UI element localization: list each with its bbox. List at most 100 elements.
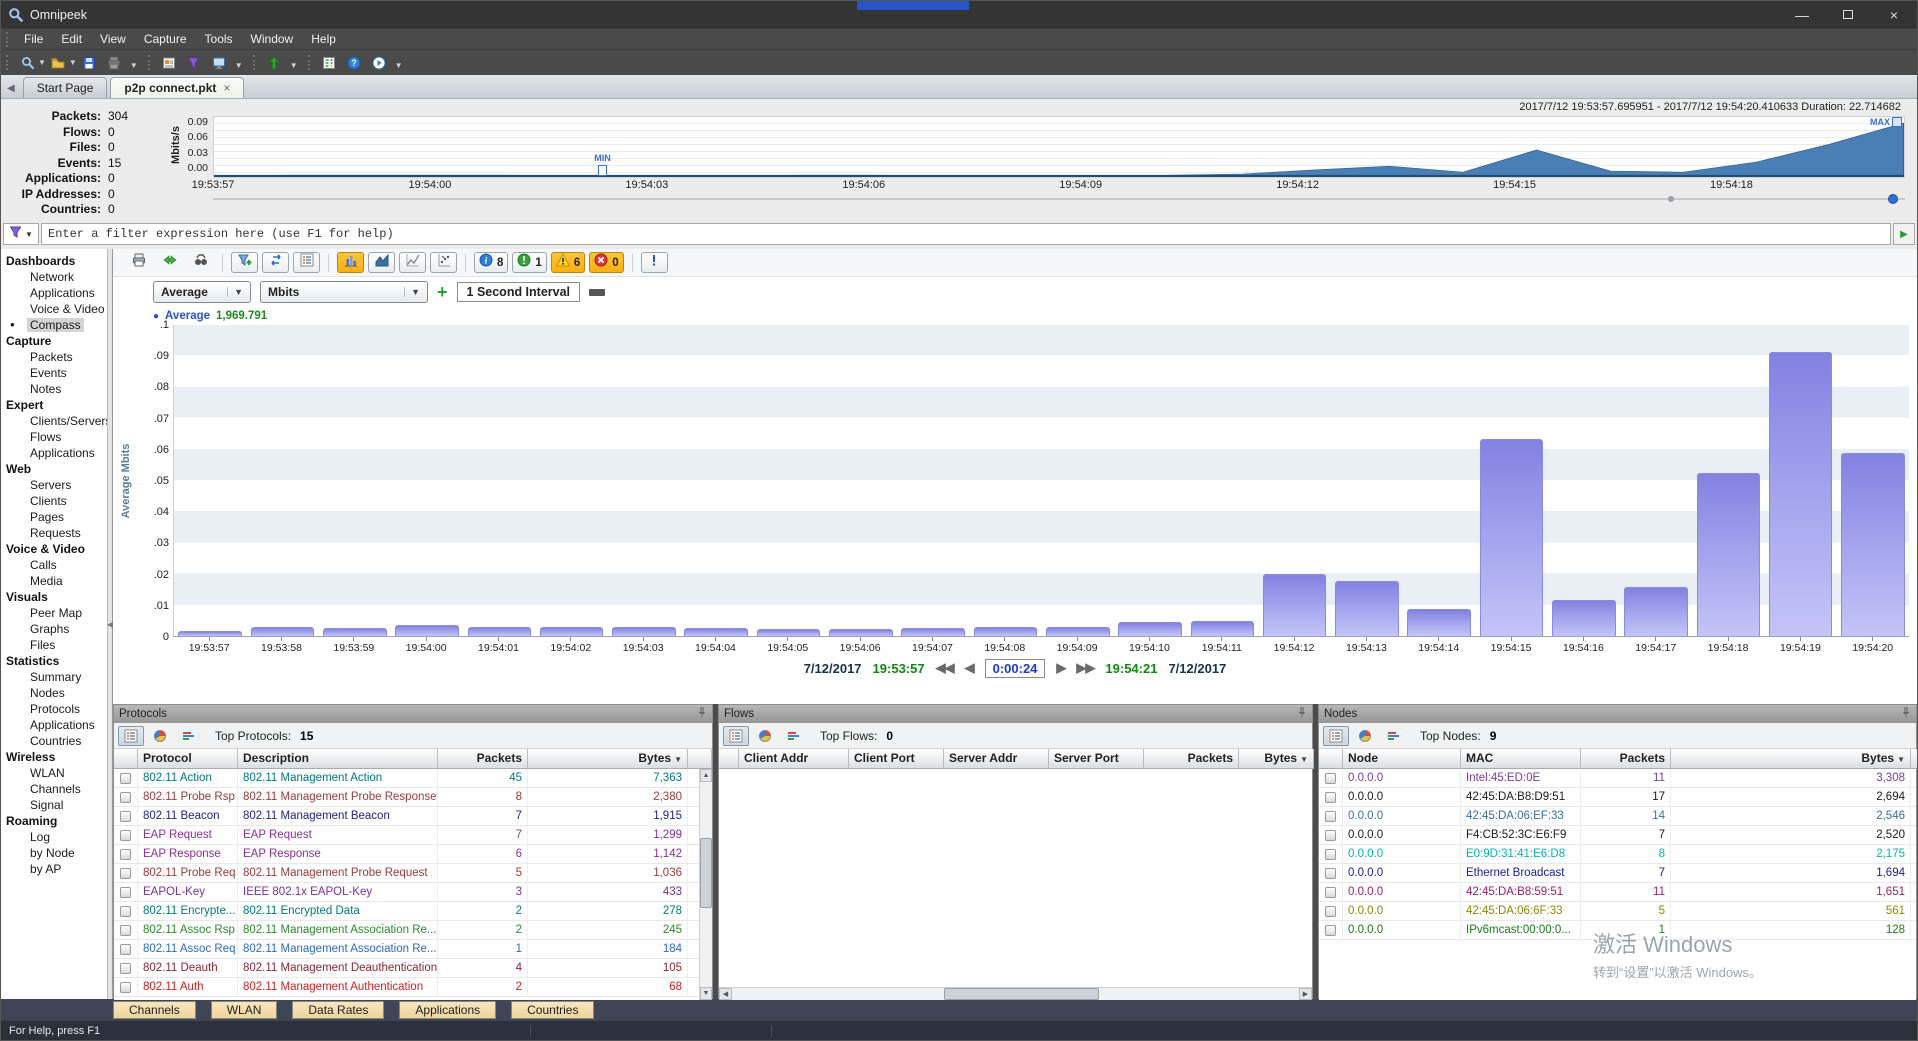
- bar-19:54:18[interactable]: [1697, 473, 1761, 636]
- row-checkbox[interactable]: [120, 906, 131, 917]
- column-header-mac[interactable]: MAC: [1461, 749, 1581, 769]
- table-row[interactable]: 802.11 Deauth802.11 Management Deauthent…: [114, 959, 712, 978]
- options-button[interactable]: [317, 53, 342, 73]
- open-file-button[interactable]: [46, 53, 71, 73]
- add-graph-button[interactable]: +: [437, 283, 448, 301]
- row-checkbox[interactable]: [1325, 887, 1336, 898]
- table-row[interactable]: 802.11 Assoc Req802.11 Management Associ…: [114, 940, 712, 959]
- bottom-tab-data-rates[interactable]: Data Rates: [292, 1001, 384, 1019]
- bar-19:53:58[interactable]: [251, 627, 315, 636]
- column-header-packets[interactable]: Packets: [1144, 749, 1239, 769]
- row-checkbox[interactable]: [1325, 849, 1336, 860]
- filter-button[interactable]: [182, 53, 207, 73]
- sidebar-item-compass[interactable]: ●Compass: [1, 317, 107, 333]
- pin-icon[interactable]: [1901, 705, 1911, 723]
- print-button[interactable]: [125, 252, 152, 273]
- sidebar-item-applications[interactable]: Applications: [1, 717, 107, 733]
- column-header-bytes[interactable]: Bytes▼: [1671, 749, 1911, 769]
- pie-view-button[interactable]: [1352, 726, 1378, 746]
- sidebar-item-notes[interactable]: Notes: [1, 381, 107, 397]
- column-header-protocol[interactable]: Protocol: [138, 749, 238, 769]
- bar-19:54:09[interactable]: [1046, 627, 1110, 636]
- row-checkbox[interactable]: [120, 944, 131, 955]
- scrollbar-thumb[interactable]: [700, 838, 712, 908]
- column-header-description[interactable]: Description: [238, 749, 438, 769]
- sidebar-item-applications[interactable]: Applications: [1, 445, 107, 461]
- bar-19:54:05[interactable]: [757, 629, 821, 636]
- pie-view-button[interactable]: [752, 726, 778, 746]
- sidebar-item-signal[interactable]: Signal: [1, 797, 107, 813]
- table-row[interactable]: 0.0.0.042:45:DA:06:EF:33142,546: [1319, 807, 1916, 826]
- details-list-button[interactable]: [293, 252, 320, 273]
- table-row[interactable]: 802.11 Probe Rsp802.11 Management Probe …: [114, 788, 712, 807]
- list-view-button[interactable]: [118, 726, 144, 746]
- sidebar-item-files[interactable]: Files: [1, 637, 107, 653]
- table-row[interactable]: 802.11 Encrypte...802.11 Encrypted Data2…: [114, 902, 712, 921]
- bar-19:54:14[interactable]: [1407, 609, 1471, 636]
- column-header-server-port[interactable]: Server Port: [1049, 749, 1144, 769]
- sidebar-item-countries[interactable]: Countries: [1, 733, 107, 749]
- row-checkbox[interactable]: [120, 811, 131, 822]
- minimize-button[interactable]: —: [1779, 1, 1825, 28]
- slider-handle[interactable]: [1888, 194, 1898, 204]
- bar-19:54:13[interactable]: [1335, 581, 1399, 636]
- column-header-client-port[interactable]: Client Port: [849, 749, 944, 769]
- new-capture-button[interactable]: [15, 53, 40, 73]
- scroll-down-icon[interactable]: ▼: [700, 987, 712, 1000]
- table-row[interactable]: 0.0.0.0IPv6mcast:00:00:0...1128: [1319, 921, 1916, 940]
- bottom-tab-applications[interactable]: Applications: [399, 1001, 496, 1019]
- toolbar-overflow-icon[interactable]: ▼: [130, 61, 138, 70]
- area-chart-button[interactable]: [368, 252, 395, 273]
- bar-19:54:12[interactable]: [1263, 574, 1327, 636]
- bar-19:54:00[interactable]: [395, 625, 459, 636]
- sidebar-item-calls[interactable]: Calls: [1, 557, 107, 573]
- row-checkbox[interactable]: [1325, 906, 1336, 917]
- bar-19:54:02[interactable]: [540, 627, 604, 636]
- minor-events-button[interactable]: 1: [512, 252, 546, 273]
- row-checkbox[interactable]: [120, 887, 131, 898]
- table-row[interactable]: 802.11 Beacon802.11 Management Beacon71,…: [114, 807, 712, 826]
- sidebar-item-graphs[interactable]: Graphs: [1, 621, 107, 637]
- sidebar-item-clients[interactable]: Clients: [1, 493, 107, 509]
- list-view-button[interactable]: [1323, 726, 1349, 746]
- sidebar-item-summary[interactable]: Summary: [1, 669, 107, 685]
- menu-window[interactable]: Window: [242, 29, 303, 49]
- bar-19:53:57[interactable]: [178, 631, 242, 636]
- table-row[interactable]: EAPOL-KeyIEEE 802.1x EAPOL-Key3433: [114, 883, 712, 902]
- bar-view-button[interactable]: [176, 726, 202, 746]
- column-header-server-addr[interactable]: Server Addr: [944, 749, 1049, 769]
- window-duration-field[interactable]: 0:00:24: [985, 659, 1046, 678]
- tab-scroll-left-icon[interactable]: ◀: [7, 83, 15, 94]
- step-forward-button[interactable]: ▶: [1056, 660, 1065, 676]
- table-row[interactable]: 802.11 Probe Req802.11 Management Probe …: [114, 864, 712, 883]
- bar-19:54:01[interactable]: [468, 627, 532, 636]
- close-tab-icon[interactable]: ×: [223, 81, 230, 95]
- go-button[interactable]: [367, 53, 392, 73]
- menu-file[interactable]: File: [15, 29, 52, 49]
- refresh-button[interactable]: [156, 252, 183, 273]
- search-button[interactable]: [187, 252, 214, 273]
- scrollbar-thumb[interactable]: [944, 988, 1098, 1000]
- row-checkbox[interactable]: [120, 963, 131, 974]
- jump-start-button[interactable]: ◀◀: [936, 660, 954, 676]
- row-checkbox[interactable]: [1325, 830, 1336, 841]
- bar-view-button[interactable]: [781, 726, 807, 746]
- bottom-tab-channels[interactable]: Channels: [113, 1001, 196, 1019]
- bar-19:54:04[interactable]: [684, 628, 748, 636]
- row-checkbox[interactable]: [120, 773, 131, 784]
- table-row[interactable]: 802.11 Action802.11 Management Action457…: [114, 769, 712, 788]
- table-row[interactable]: 0.0.0.0E0:9D:31:41:E6:D882,175: [1319, 845, 1916, 864]
- print-button[interactable]: [102, 53, 127, 73]
- scroll-right-icon[interactable]: ▶: [1299, 988, 1312, 1000]
- save-button[interactable]: [77, 53, 102, 73]
- bar-19:54:17[interactable]: [1624, 587, 1688, 636]
- toolbar-overflow-icon[interactable]: ▼: [395, 61, 403, 70]
- jump-end-button[interactable]: ▶▶: [1076, 660, 1094, 676]
- table-row[interactable]: 0.0.0.0F4:CB:52:3C:E6:F972,520: [1319, 826, 1916, 845]
- bottom-tab-countries[interactable]: Countries: [511, 1001, 594, 1019]
- line-chart-button[interactable]: [399, 252, 426, 273]
- major-events-button[interactable]: 6: [551, 252, 585, 273]
- apply-filter-button[interactable]: ▶: [1893, 223, 1915, 245]
- horizontal-scrollbar[interactable]: ◀ ▶: [719, 987, 1312, 1000]
- panel-title-bar[interactable]: Nodes: [1319, 705, 1916, 723]
